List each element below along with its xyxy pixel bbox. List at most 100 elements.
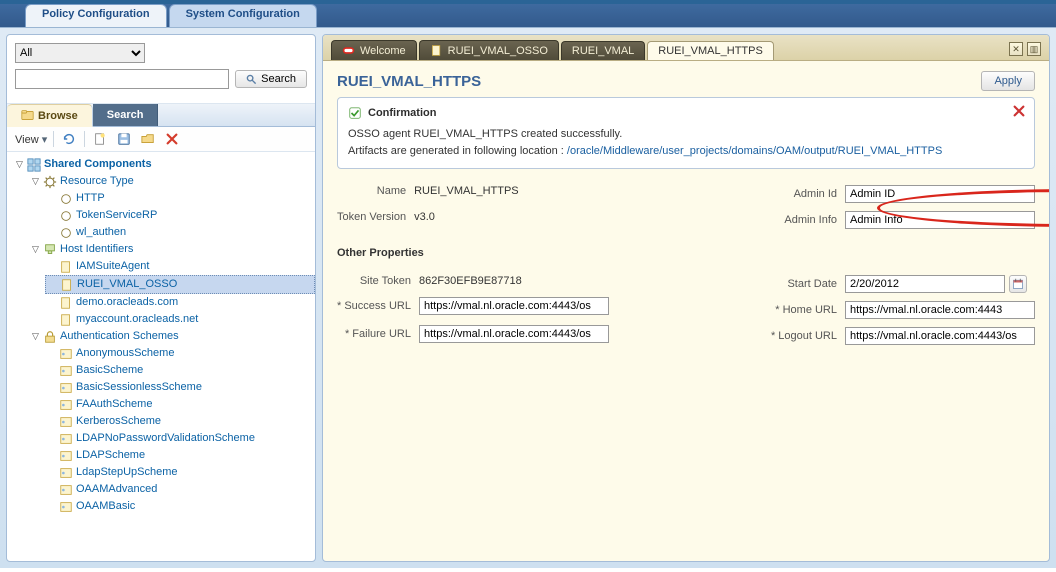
subtab-browse-label: Browse [38, 110, 78, 122]
value-site-token: 862F30EFB9E87718 [419, 271, 609, 293]
label-start-date: Start Date [771, 271, 845, 297]
save-icon [117, 132, 131, 146]
tree-http[interactable]: HTTP [45, 190, 315, 207]
tree-label: Authentication Schemes [60, 328, 179, 345]
tree-faauth[interactable]: FAAuthScheme [45, 396, 315, 413]
tree-tokenservicerp[interactable]: TokenServiceRP [45, 207, 315, 224]
tree-label: HTTP [76, 190, 105, 207]
gear-icon [59, 192, 73, 206]
tree-oaam-basic[interactable]: OAAMBasic [45, 498, 315, 515]
failure-url-input[interactable] [419, 325, 609, 343]
tree-kerberos[interactable]: KerberosScheme [45, 413, 315, 430]
tree-anonymous[interactable]: AnonymousScheme [45, 345, 315, 362]
tree-auth-schemes[interactable]: ▽ Authentication Schemes [29, 328, 315, 345]
filter-input[interactable] [15, 69, 229, 89]
tab-corner-icons: ✕ ▥ [1009, 42, 1041, 60]
view-menu[interactable]: View [15, 133, 47, 146]
confirmation-line-1: OSSO agent RUEI_VMAL_HTTPS created succe… [348, 126, 1024, 143]
tree-resource-type[interactable]: ▽ Resource Type [29, 173, 315, 190]
tab-label: RUEI_VMAL [572, 45, 634, 57]
label-home-url: Home URL [771, 297, 845, 323]
date-picker-button[interactable] [1009, 275, 1027, 293]
subtab-search-label: Search [107, 109, 144, 121]
panel-resizer[interactable] [313, 35, 319, 561]
tree-label: KerberosScheme [76, 413, 161, 430]
tree-label: BasicScheme [76, 362, 143, 379]
subtab-browse[interactable]: Browse [7, 104, 93, 127]
form-top: Name RUEI_VMAL_HTTPS Token Version v3.0 … [337, 181, 1035, 233]
tab-label: Welcome [360, 45, 406, 57]
start-date-input[interactable] [845, 275, 1005, 293]
tree-ldap[interactable]: LDAPScheme [45, 447, 315, 464]
confirmation-path-link[interactable]: /oracle/Middleware/user_projects/domains… [567, 145, 942, 157]
form-other: Site Token 862F30EFB9E87718 Success URL … [337, 271, 1035, 349]
tree-myaccount[interactable]: myaccount.oracleads.net [45, 311, 315, 328]
tree-label: Host Identifiers [60, 241, 133, 258]
scheme-icon [59, 398, 73, 412]
host-icon [43, 243, 57, 257]
success-url-input[interactable] [419, 297, 609, 315]
scheme-icon [59, 415, 73, 429]
tree-iamsuite[interactable]: IAMSuiteAgent [45, 258, 315, 275]
save-button[interactable] [115, 130, 133, 148]
tree-oaam-adv[interactable]: OAAMAdvanced [45, 481, 315, 498]
tree-host-identifiers[interactable]: ▽ Host Identifiers [29, 241, 315, 258]
tree-label: Resource Type [60, 173, 134, 190]
tree-label: LDAPNoPasswordValidationScheme [76, 430, 255, 447]
collapse-icon[interactable]: ▽ [31, 332, 40, 341]
refresh-button[interactable] [60, 130, 78, 148]
section-other-properties: Other Properties [337, 247, 1035, 259]
admin-id-input[interactable] [845, 185, 1035, 203]
tab-system-configuration[interactable]: System Configuration [169, 4, 317, 27]
tree-ruei-vmal-osso[interactable]: RUEI_VMAL_OSSO [45, 275, 315, 294]
subtab-search[interactable]: Search [93, 104, 159, 126]
scheme-icon [59, 347, 73, 361]
tab-welcome[interactable]: Welcome [331, 40, 417, 60]
confirmation-close[interactable] [1012, 104, 1026, 121]
tab-ruei-osso[interactable]: RUEI_VMAL_OSSO [419, 40, 559, 60]
collapse-icon[interactable]: ▽ [15, 160, 24, 169]
logout-url-input[interactable] [845, 327, 1035, 345]
close-all-tabs-button[interactable]: ✕ [1009, 42, 1023, 56]
confirmation-head: Confirmation [368, 107, 436, 119]
value-name: RUEI_VMAL_HTTPS [414, 181, 519, 207]
tree-ldap-stepup[interactable]: LdapStepUpScheme [45, 464, 315, 481]
delete-icon [165, 132, 179, 146]
new-button[interactable] [91, 130, 109, 148]
tree-label: Shared Components [44, 156, 152, 173]
collapse-icon[interactable]: ▽ [31, 177, 40, 186]
tree-label: wl_authen [76, 224, 126, 241]
tree-basic-sessionless[interactable]: BasicSessionlessScheme [45, 379, 315, 396]
tree-shared-components[interactable]: ▽ Shared Components [13, 156, 315, 173]
filter-select[interactable]: All [15, 43, 145, 63]
collapse-icon[interactable]: ▽ [31, 245, 40, 254]
left-subtabs: Browse Search [7, 104, 315, 127]
gear-icon [59, 226, 73, 240]
tree-view[interactable]: ▽ Shared Components ▽ Resource Type [7, 152, 315, 561]
left-panel: All Search Browse Search [6, 34, 316, 562]
tab-list-button[interactable]: ▥ [1027, 42, 1041, 56]
tab-policy-configuration[interactable]: Policy Configuration [25, 4, 167, 27]
new-icon [93, 132, 107, 146]
gear-icon [43, 175, 57, 189]
tab-ruei-vmal[interactable]: RUEI_VMAL [561, 41, 645, 60]
scheme-icon [59, 364, 73, 378]
tree-label: IAMSuiteAgent [76, 258, 149, 275]
search-button[interactable]: Search [235, 70, 307, 88]
tab-ruei-https[interactable]: RUEI_VMAL_HTTPS [647, 41, 774, 60]
delete-button[interactable] [163, 130, 181, 148]
folder-open-icon [141, 132, 155, 146]
tree-label: LDAPScheme [76, 447, 145, 464]
tree-wl-authen[interactable]: wl_authen [45, 224, 315, 241]
components-icon [27, 158, 41, 172]
tree-ldap-nopwd[interactable]: LDAPNoPasswordValidationScheme [45, 430, 315, 447]
toolbar-separator [84, 131, 85, 147]
admin-info-input[interactable] [845, 211, 1035, 229]
tree-demo-oracleads[interactable]: demo.oracleads.com [45, 294, 315, 311]
scheme-icon [59, 483, 73, 497]
apply-button[interactable]: Apply [981, 71, 1035, 91]
tree-basic[interactable]: BasicScheme [45, 362, 315, 379]
home-url-input[interactable] [845, 301, 1035, 319]
open-button[interactable] [139, 130, 157, 148]
page-icon [59, 313, 73, 327]
